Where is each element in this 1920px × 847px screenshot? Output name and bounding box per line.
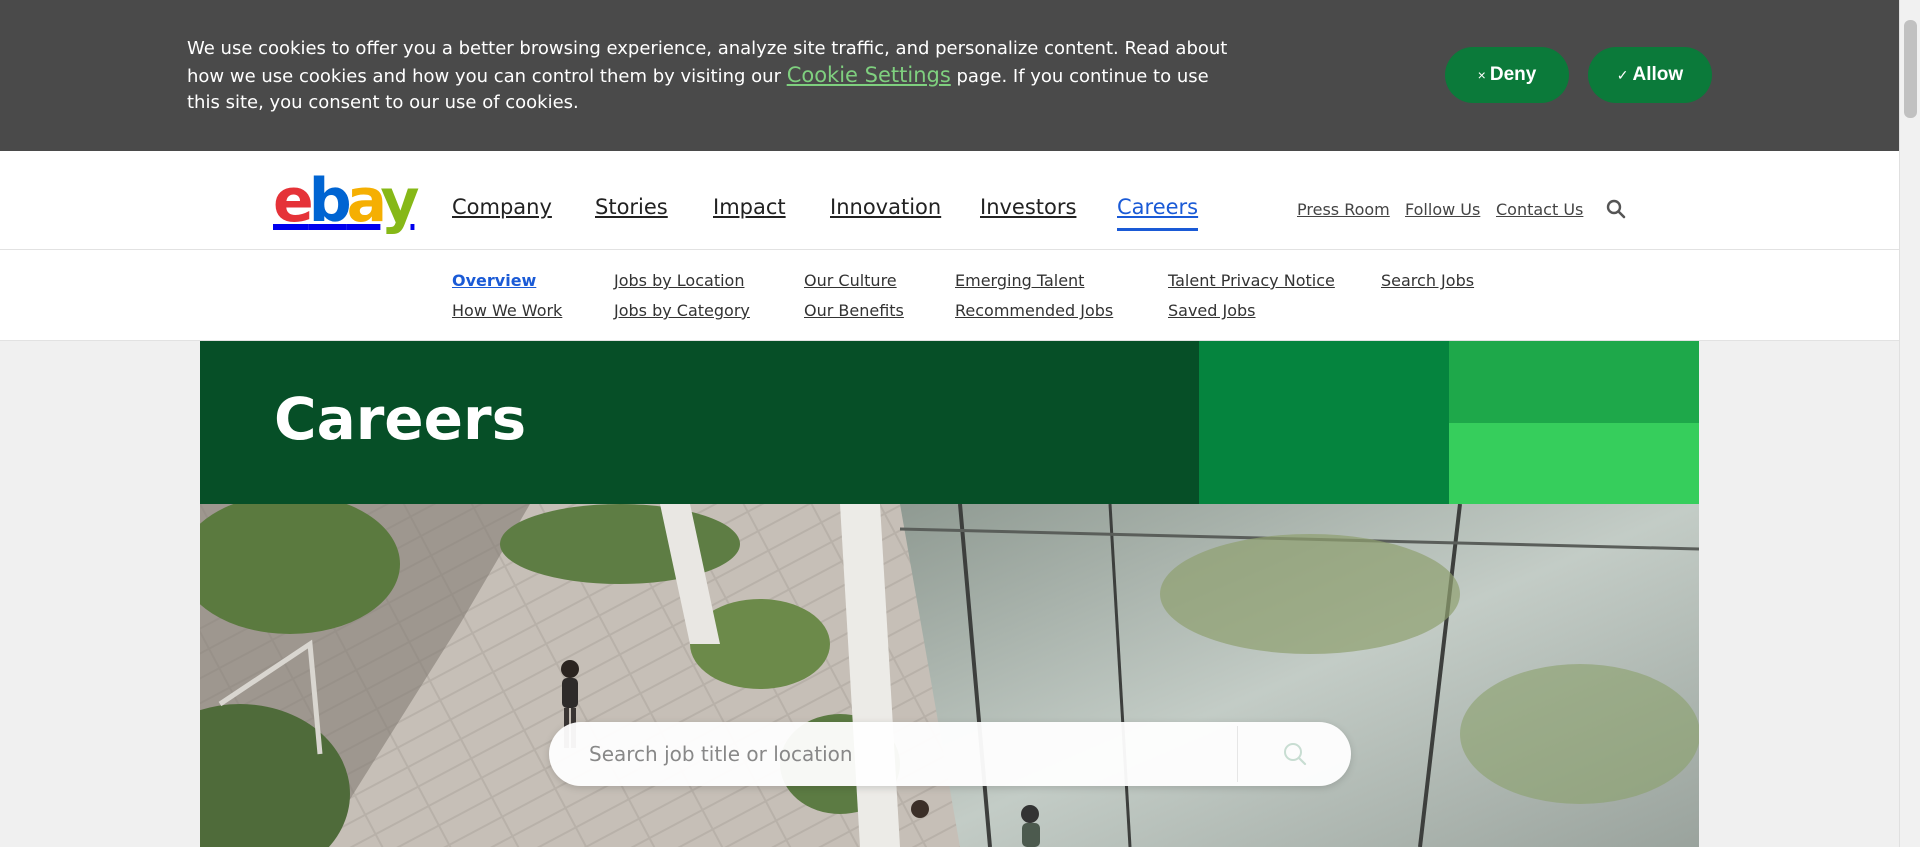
logo-letter-e: e xyxy=(273,166,314,236)
scrollbar-thumb[interactable] xyxy=(1904,20,1917,118)
job-search-button[interactable] xyxy=(1239,722,1351,786)
hero-image xyxy=(200,504,1699,847)
subnav-jobs-by-location[interactable]: Jobs by Location xyxy=(614,271,744,290)
decorative-green-block xyxy=(1449,423,1699,504)
subnav-our-benefits[interactable]: Our Benefits xyxy=(804,301,904,320)
subnav-emerging-talent[interactable]: Emerging Talent xyxy=(955,271,1084,290)
subnav-jobs-by-category[interactable]: Jobs by Category xyxy=(614,301,750,320)
deny-cookies-button[interactable]: × Deny xyxy=(1445,47,1569,103)
nav-impact[interactable]: Impact xyxy=(713,195,786,219)
decorative-green-block xyxy=(1449,341,1699,423)
site-header: ebay Company Stories Impact Innovation I… xyxy=(0,151,1899,250)
logo-letter-b: b xyxy=(308,166,352,236)
close-icon: × xyxy=(1477,67,1486,83)
cookie-message: We use cookies to offer you a better bro… xyxy=(187,36,1247,116)
subnav-saved-jobs[interactable]: Saved Jobs xyxy=(1168,301,1256,320)
subnav-our-culture[interactable]: Our Culture xyxy=(804,271,897,290)
nav-stories[interactable]: Stories xyxy=(595,195,668,219)
decorative-green-block xyxy=(1199,341,1449,504)
subnav-overview[interactable]: Overview xyxy=(452,271,536,290)
ebay-logo[interactable]: ebay xyxy=(273,171,419,231)
nav-careers[interactable]: Careers xyxy=(1117,195,1199,231)
cookie-banner: We use cookies to offer you a better bro… xyxy=(0,0,1899,151)
job-search-input[interactable] xyxy=(549,722,1239,786)
careers-sub-nav: Overview How We Work Jobs by Location Jo… xyxy=(0,250,1899,341)
nav-investors[interactable]: Investors xyxy=(980,195,1076,219)
deny-label: Deny xyxy=(1489,64,1537,85)
cookie-settings-link[interactable]: Cookie Settings xyxy=(787,63,951,87)
page-title: Careers xyxy=(274,385,527,453)
job-search-bar xyxy=(549,722,1351,786)
search-icon xyxy=(1284,743,1307,766)
nav-innovation[interactable]: Innovation xyxy=(830,195,941,219)
follow-us-link[interactable]: Follow Us xyxy=(1405,200,1480,219)
subnav-how-we-work[interactable]: How We Work xyxy=(452,301,562,320)
subnav-search-jobs[interactable]: Search Jobs xyxy=(1381,271,1474,290)
scrollbar[interactable] xyxy=(1899,0,1920,847)
allow-label: Allow xyxy=(1632,64,1684,85)
search-icon[interactable] xyxy=(1606,199,1626,219)
subnav-recommended-jobs[interactable]: Recommended Jobs xyxy=(955,301,1113,320)
logo-letter-y: y xyxy=(380,166,419,236)
press-room-link[interactable]: Press Room xyxy=(1297,200,1390,219)
nav-company[interactable]: Company xyxy=(452,195,552,219)
contact-us-link[interactable]: Contact Us xyxy=(1496,200,1583,219)
check-icon: ✓ xyxy=(1616,66,1629,83)
allow-cookies-button[interactable]: ✓ Allow xyxy=(1588,47,1712,103)
logo-letter-a: a xyxy=(346,166,386,236)
subnav-talent-privacy-notice[interactable]: Talent Privacy Notice xyxy=(1168,271,1335,290)
search-divider xyxy=(1237,726,1238,782)
